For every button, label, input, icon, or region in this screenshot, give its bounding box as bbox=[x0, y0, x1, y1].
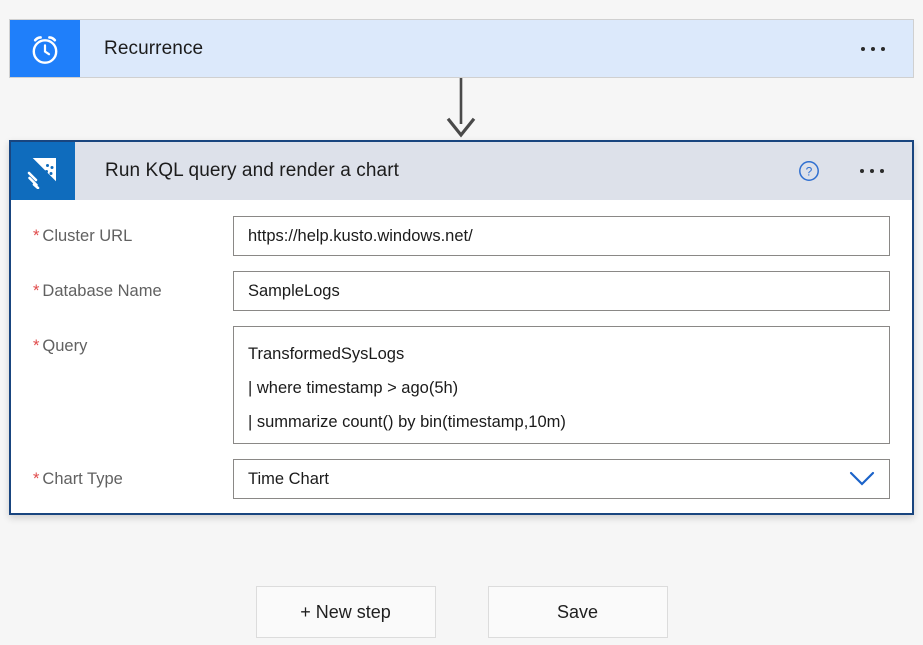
database-name-label: *Database Name bbox=[33, 271, 233, 301]
flow-connector-arrow bbox=[443, 78, 479, 140]
required-asterisk: * bbox=[33, 470, 39, 488]
cluster-url-input[interactable] bbox=[233, 216, 890, 256]
footer-actions: + New step Save bbox=[0, 586, 923, 638]
query-line: | summarize count() by bin(timestamp,10m… bbox=[248, 405, 875, 439]
field-row-query: *Query TransformedSysLogs | where timest… bbox=[33, 326, 890, 444]
ellipsis-dot-icon bbox=[861, 47, 865, 51]
cluster-url-label: *Cluster URL bbox=[33, 216, 233, 246]
chart-type-select[interactable]: Time Chart bbox=[233, 459, 890, 499]
database-name-input[interactable] bbox=[233, 271, 890, 311]
save-button[interactable]: Save bbox=[488, 586, 668, 638]
cluster-url-label-text: Cluster URL bbox=[42, 227, 132, 245]
cluster-url-control bbox=[233, 216, 890, 256]
chart-type-selected-value: Time Chart bbox=[234, 470, 329, 489]
field-row-chart-type: *Chart Type Time Chart bbox=[33, 459, 890, 499]
kusto-icon-tile bbox=[11, 142, 75, 200]
query-control: TransformedSysLogs | where timestamp > a… bbox=[233, 326, 890, 444]
kusto-action-header[interactable]: Run KQL query and render a chart ? bbox=[11, 142, 912, 200]
kusto-action-title: Run KQL query and render a chart bbox=[75, 142, 798, 200]
ellipsis-dot-icon bbox=[860, 169, 864, 173]
query-input[interactable]: TransformedSysLogs | where timestamp > a… bbox=[233, 326, 890, 444]
help-button[interactable]: ? bbox=[798, 142, 846, 200]
svg-text:?: ? bbox=[806, 164, 813, 178]
ellipsis-dot-icon bbox=[870, 169, 874, 173]
ellipsis-dot-icon bbox=[880, 169, 884, 173]
ellipsis-dot-icon bbox=[881, 47, 885, 51]
required-asterisk: * bbox=[33, 282, 39, 300]
query-label: *Query bbox=[33, 326, 233, 356]
chevron-down-icon[interactable] bbox=[849, 471, 875, 487]
ellipsis-dot-icon bbox=[871, 47, 875, 51]
kusto-action-card[interactable]: Run KQL query and render a chart ? *Clus… bbox=[9, 140, 914, 515]
recurrence-more-menu-button[interactable] bbox=[847, 20, 913, 77]
field-row-database-name: *Database Name bbox=[33, 271, 890, 311]
query-line: TransformedSysLogs bbox=[248, 337, 875, 371]
query-label-text: Query bbox=[42, 337, 87, 355]
chart-type-control: Time Chart bbox=[233, 459, 890, 499]
query-line: | where timestamp > ago(5h) bbox=[248, 371, 875, 405]
chart-type-label-text: Chart Type bbox=[42, 470, 122, 488]
recurrence-icon-tile bbox=[10, 20, 80, 77]
kusto-action-body: *Cluster URL *Database Name *Query Trans… bbox=[11, 200, 912, 499]
help-circle-icon: ? bbox=[798, 160, 820, 182]
database-name-label-text: Database Name bbox=[42, 282, 161, 300]
alarm-clock-icon bbox=[26, 30, 64, 68]
required-asterisk: * bbox=[33, 227, 39, 245]
new-step-button[interactable]: + New step bbox=[256, 586, 436, 638]
recurrence-title: Recurrence bbox=[80, 20, 847, 77]
kusto-more-menu-button[interactable] bbox=[846, 142, 912, 200]
database-name-control bbox=[233, 271, 890, 311]
chart-type-label: *Chart Type bbox=[33, 459, 233, 489]
kusto-icon bbox=[25, 153, 61, 189]
field-row-cluster-url: *Cluster URL bbox=[33, 216, 890, 256]
recurrence-trigger-card[interactable]: Recurrence bbox=[9, 19, 914, 78]
required-asterisk: * bbox=[33, 337, 39, 355]
